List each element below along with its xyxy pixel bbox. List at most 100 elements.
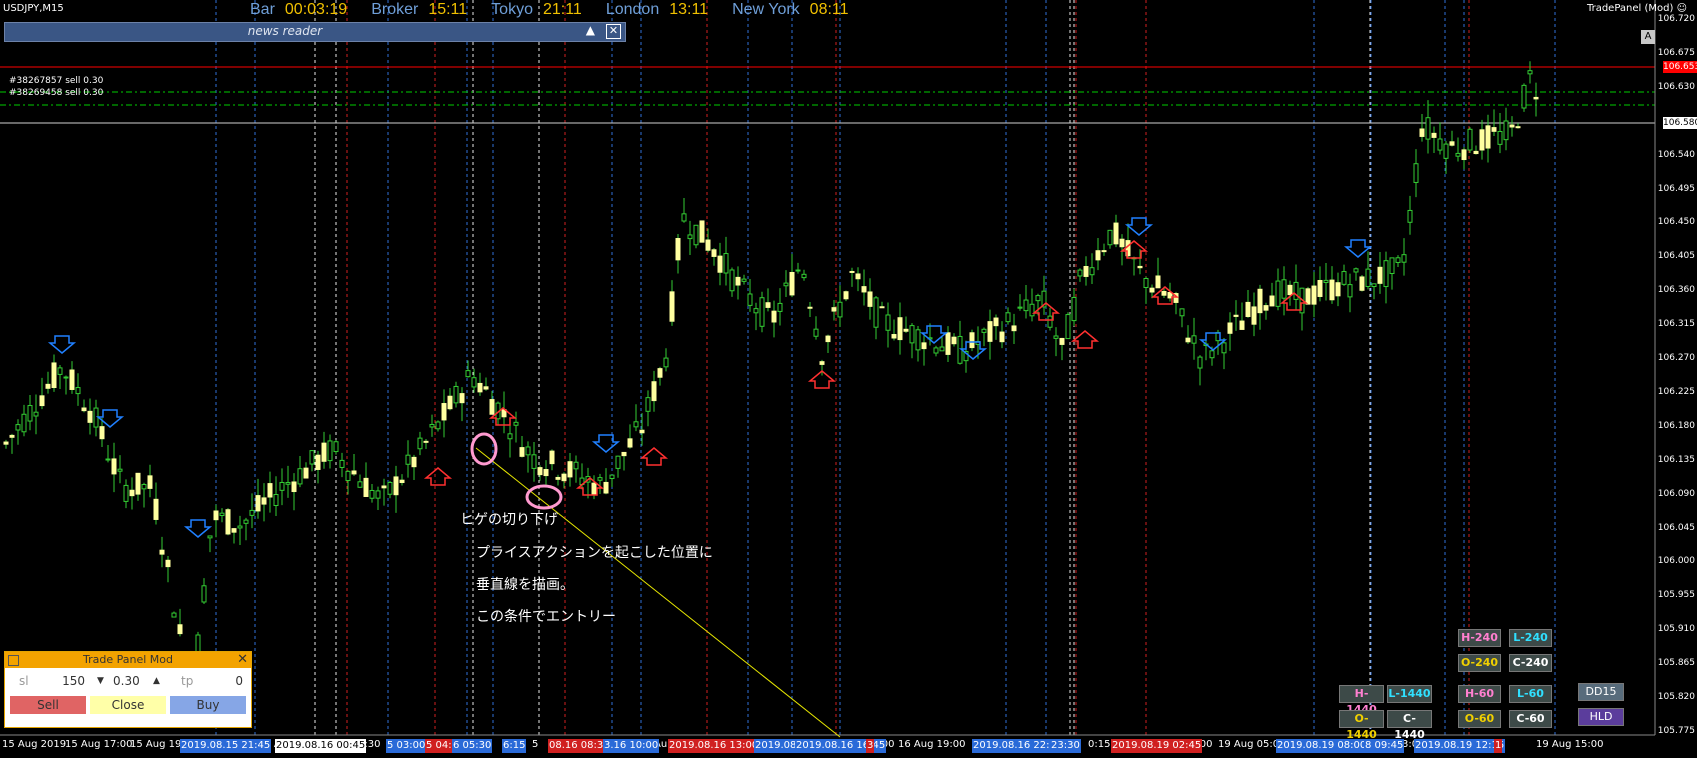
candle: [381, 485, 387, 489]
price-chart[interactable]: [0, 0, 1697, 758]
candle: [633, 421, 639, 428]
minimize-icon[interactable]: [8, 655, 19, 666]
candle: [1089, 267, 1095, 276]
trade-panel-title: Trade Panel Mod: [83, 653, 173, 666]
dd15-button[interactable]: DD15: [1578, 683, 1624, 701]
c60-button[interactable]: C-60: [1509, 710, 1552, 728]
candle: [1461, 149, 1467, 161]
candle: [1179, 308, 1185, 317]
sl-input[interactable]: 150: [57, 674, 85, 688]
o1440-button[interactable]: O-1440: [1339, 710, 1384, 741]
candle: [21, 413, 27, 433]
candle: [711, 249, 717, 257]
hld-button[interactable]: HLD: [1578, 708, 1624, 726]
candle: [705, 239, 711, 251]
candle: [849, 270, 855, 273]
price-tick-label: 106.180: [1657, 420, 1695, 431]
triangle-up-icon[interactable]: ▲: [586, 23, 595, 37]
candle: [693, 224, 699, 246]
candle: [1257, 288, 1263, 314]
candle: [933, 347, 939, 354]
candle: [1047, 315, 1053, 328]
price-tick-label: 106.630: [1657, 81, 1695, 92]
sell-arrow-icon: [1343, 239, 1373, 258]
trade-panel-header[interactable]: Trade Panel Mod ✕: [5, 652, 251, 668]
candle: [417, 437, 423, 450]
candle: [297, 468, 303, 485]
candle: [15, 424, 21, 431]
close-icon[interactable]: ✕: [606, 24, 621, 39]
sell-button[interactable]: Sell: [10, 696, 86, 714]
sl-label: sl: [19, 674, 29, 688]
autoscroll-button[interactable]: A: [1641, 30, 1655, 44]
buy-button[interactable]: Buy: [170, 696, 246, 714]
candle: [1377, 266, 1383, 284]
news-reader-bar[interactable]: news reader ▲ ✕: [4, 22, 626, 42]
candle: [777, 302, 783, 312]
candle: [795, 269, 801, 272]
candle: [1293, 281, 1299, 300]
candle: [45, 383, 51, 389]
close-button[interactable]: Close: [90, 696, 166, 714]
h240-button[interactable]: H-240: [1458, 629, 1501, 647]
candle: [1101, 250, 1107, 253]
candle: [129, 489, 135, 497]
candle: [369, 489, 375, 499]
candle: [1395, 257, 1401, 263]
lot-decrease-icon[interactable]: ▼: [97, 676, 104, 686]
l1440-button[interactable]: L-1440: [1387, 685, 1432, 703]
price-tick-label: 106.045: [1657, 522, 1695, 533]
l60-button[interactable]: L-60: [1509, 685, 1552, 703]
candle: [465, 370, 471, 378]
lot-input[interactable]: 0.30: [113, 674, 140, 688]
candle: [945, 332, 951, 355]
candle: [1239, 320, 1245, 330]
candle: [231, 528, 237, 533]
c1440-button[interactable]: C-1440: [1387, 710, 1432, 741]
candle: [1227, 322, 1233, 334]
candle: [1419, 128, 1425, 137]
candle: [987, 321, 993, 342]
tp-label: tp: [181, 674, 194, 688]
london-label: London: [605, 1, 660, 18]
candle: [891, 334, 897, 339]
lot-increase-icon[interactable]: ▲: [153, 676, 160, 686]
candle: [921, 342, 927, 350]
h60-button[interactable]: H-60: [1458, 685, 1501, 703]
trade-panel: Trade Panel Mod ✕ sl 150 ▼ 0.30 ▲ tp 0 S…: [4, 651, 252, 728]
o240-button[interactable]: O-240: [1458, 654, 1501, 672]
time-label: 5 03:00: [386, 739, 427, 753]
candle: [825, 335, 831, 343]
c240-button[interactable]: C-240: [1509, 654, 1552, 672]
candle: [441, 403, 447, 421]
candle: [27, 405, 33, 422]
candle: [1371, 283, 1377, 288]
candle: [105, 458, 111, 461]
candle: [1431, 132, 1437, 138]
h1440-button[interactable]: H-1440: [1339, 685, 1384, 716]
time-label: 1: [1494, 739, 1503, 753]
price-tick-label: 105.955: [1657, 590, 1695, 601]
tp-input[interactable]: 0: [225, 674, 243, 688]
candle: [1353, 268, 1359, 273]
candle: [1311, 285, 1317, 305]
candle: [135, 472, 141, 495]
o60-button[interactable]: O-60: [1458, 710, 1501, 728]
time-label: 2019.08.19 12:15: [1414, 739, 1506, 753]
candle: [1323, 279, 1329, 283]
candle: [333, 441, 339, 453]
candle: [729, 269, 735, 292]
candle: [285, 481, 291, 485]
price-tick-label: 106.270: [1657, 353, 1695, 363]
candle: [477, 382, 483, 393]
price-tick-label: 106.540: [1657, 149, 1695, 160]
candle: [783, 282, 789, 287]
candle: [1359, 276, 1365, 291]
candle: [819, 361, 825, 365]
l240-button[interactable]: L-240: [1509, 629, 1552, 647]
candle: [1149, 287, 1155, 293]
candle: [171, 612, 177, 618]
price-tick-label: 106.315: [1657, 319, 1695, 330]
candle: [1263, 305, 1269, 311]
close-icon[interactable]: ✕: [237, 652, 248, 668]
